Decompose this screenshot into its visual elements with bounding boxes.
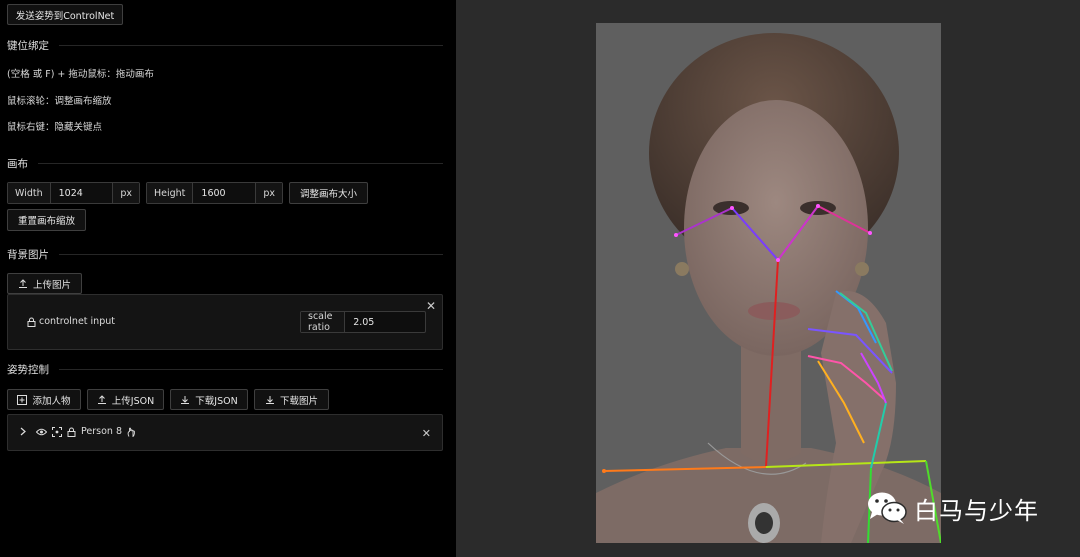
scale-ratio-label: scale ratio	[301, 311, 346, 333]
reset-zoom-button[interactable]: 重置画布缩放	[7, 209, 86, 231]
watermark-text: 白马与少年	[914, 496, 1039, 525]
person-name: Person 8	[81, 426, 122, 437]
width-unit: px	[112, 183, 139, 203]
divider	[59, 253, 443, 255]
download-icon	[265, 395, 275, 405]
scale-ratio-field: scale ratio	[300, 311, 426, 333]
keybind-title: 键位绑定	[7, 39, 49, 52]
download-json-button[interactable]: 下载JSON	[170, 389, 248, 410]
height-unit: px	[255, 183, 282, 203]
background-photo	[596, 23, 941, 543]
download-json-label: 下载JSON	[195, 395, 238, 407]
background-title: 背景图片	[7, 248, 49, 261]
upload-icon	[97, 394, 107, 405]
eye-icon[interactable]	[36, 428, 47, 436]
width-label: Width	[8, 183, 51, 203]
plus-square-icon	[17, 394, 28, 405]
chevron-right-icon[interactable]	[19, 427, 27, 436]
divider	[59, 368, 443, 370]
pose-title: 姿势控制	[7, 363, 49, 376]
scale-ratio-input[interactable]	[345, 312, 425, 332]
lock-icon[interactable]	[67, 427, 76, 437]
canvas-title: 画布	[7, 157, 28, 170]
upload-image-button[interactable]: 上传图片	[7, 273, 82, 294]
wechat-watermark: 白马与少年	[866, 490, 1039, 526]
add-person-button[interactable]: 添加人物	[7, 389, 81, 410]
send-to-controlnet-label: 发送姿势到ControlNet	[15, 10, 115, 22]
background-section-header: 背景图片	[7, 247, 443, 261]
pose-section-header: 姿势控制	[7, 362, 443, 376]
wechat-icon	[866, 490, 908, 526]
download-image-label: 下载图片	[279, 395, 318, 407]
pose-canvas[interactable]	[596, 23, 941, 543]
download-icon	[180, 395, 190, 405]
image-name-row: controlnet input	[27, 316, 115, 327]
height-field: Height px	[146, 182, 283, 204]
keybind-section-header: 键位绑定	[7, 38, 443, 52]
keybind-drag-text: (空格 或 F) + 拖动鼠标：拖动画布	[7, 69, 154, 80]
add-person-label: 添加人物	[32, 395, 71, 407]
keybind-wheel-text: 鼠标滚轮：调整画布缩放	[7, 96, 112, 107]
reset-zoom-label: 重置画布缩放	[17, 216, 75, 227]
width-input[interactable]	[50, 183, 113, 203]
background-image-card: ✕ controlnet input scale ratio	[7, 294, 443, 350]
upload-image-label: 上传图片	[32, 279, 71, 291]
upload-json-label: 上传JSON	[111, 395, 155, 407]
upload-icon	[18, 278, 28, 289]
close-icon[interactable]: ✕	[426, 299, 436, 313]
focus-icon[interactable]	[52, 426, 62, 437]
keybind-rightclick-text: 鼠标右键：隐藏关键点	[7, 122, 103, 133]
canvas-section-header: 画布	[7, 156, 443, 170]
divider	[59, 44, 443, 46]
image-name-text: controlnet input	[39, 316, 115, 327]
resize-canvas-button[interactable]: 调整画布大小	[289, 182, 368, 204]
lock-icon[interactable]	[27, 317, 36, 327]
download-image-button[interactable]: 下载图片	[254, 389, 329, 410]
height-input[interactable]	[193, 183, 256, 203]
canvas-viewport[interactable]	[456, 0, 1080, 557]
height-label: Height	[147, 183, 194, 203]
person-row[interactable]: Person 8 ✕	[7, 414, 443, 451]
resize-canvas-label: 调整画布大小	[299, 189, 357, 200]
width-field: Width px	[7, 182, 140, 204]
divider	[38, 162, 443, 164]
control-panel: 发送姿势到ControlNet 键位绑定 (空格 或 F) + 拖动鼠标：拖动画…	[0, 0, 450, 557]
upload-json-button[interactable]: 上传JSON	[87, 389, 164, 410]
delete-person-icon[interactable]: ✕	[422, 427, 431, 440]
send-to-controlnet-button[interactable]: 发送姿势到ControlNet	[7, 4, 123, 25]
hand-icon[interactable]	[127, 427, 136, 437]
